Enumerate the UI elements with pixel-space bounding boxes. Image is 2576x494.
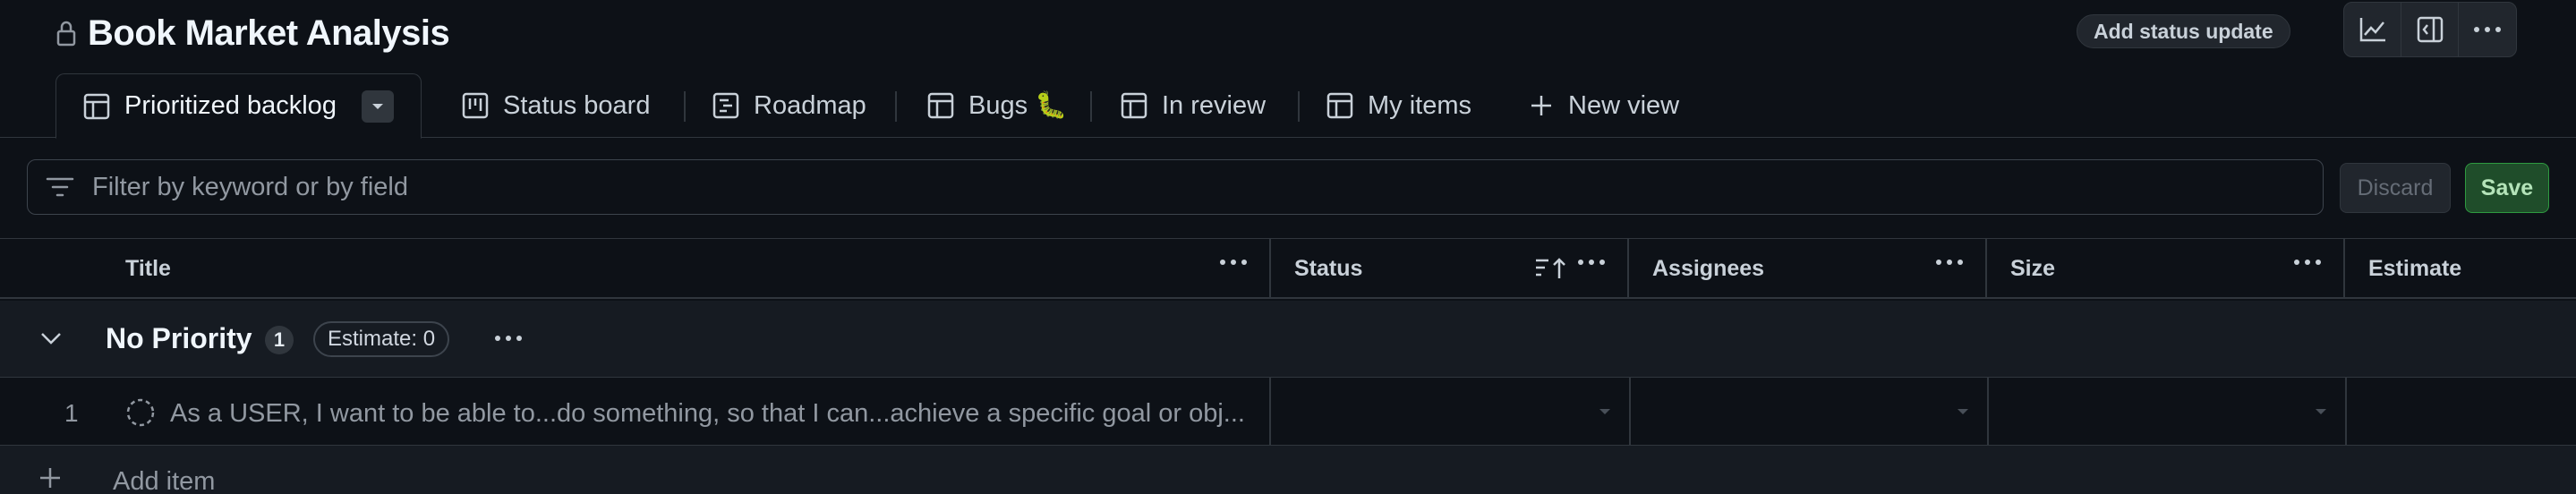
tab-label: Roadmap [754,90,866,120]
draft-issue-icon [125,397,156,428]
table-icon [83,93,110,120]
group-menu-button[interactable] [494,335,523,342]
add-item-row[interactable]: Add item [0,446,2576,494]
group-estimate-badge: Estimate: 0 [313,321,450,357]
tab-label: Status board [503,90,651,120]
table-icon [1121,92,1147,119]
group-title: No Priority [106,322,252,354]
column-menu-icon[interactable] [2293,259,2322,266]
status-cell[interactable] [1269,378,1629,446]
tab-separator [895,91,897,122]
insights-button[interactable] [2344,3,2401,56]
group-header-row: No Priority 1 Estimate: 0 [0,301,2576,378]
assignees-cell[interactable] [1629,378,1987,446]
item-title[interactable]: As a USER, I want to be able to...do som… [170,399,1245,429]
column-header-status[interactable]: Status [1269,239,1629,298]
column-menu-icon[interactable] [1577,259,1606,266]
add-item-label: Add item [113,467,216,494]
tab-status-board[interactable]: Status board [462,73,650,138]
lock-icon [55,20,77,47]
tab-in-review[interactable]: In review [1121,73,1266,138]
column-header-assignees[interactable]: Assignees [1629,239,1987,298]
tab-options-button[interactable] [361,89,394,123]
table-icon [927,92,954,119]
collapse-group-button[interactable] [39,329,63,347]
column-menu-icon[interactable] [1219,259,1248,266]
save-button[interactable]: Save [2465,163,2549,213]
triangle-down-icon [1599,408,1611,415]
new-view-button[interactable]: New view [1529,73,1679,138]
tab-prioritized-backlog[interactable]: Prioritized backlog [55,73,422,139]
sidebar-icon [2417,16,2444,43]
side-panel-button[interactable] [2401,3,2459,56]
tab-label: My items [1368,90,1471,120]
tab-bugs[interactable]: Bugs 🐛 [927,73,1067,138]
table-row[interactable]: 1 As a USER, I want to be able to...do s… [0,378,2576,446]
tab-label: Bugs 🐛 [968,91,1068,120]
tab-separator [1090,91,1092,122]
triangle-down-icon [371,103,384,110]
add-status-update-button[interactable]: Add status update [2077,14,2290,48]
column-label: Status [1294,255,1363,281]
project-title: Book Market Analysis [88,13,450,53]
row-number: 1 [64,399,79,427]
title-wrap: Book Market Analysis [55,11,450,55]
plus-icon [1529,93,1554,118]
tab-separator [1298,91,1300,122]
estimate-cell[interactable] [2345,378,2576,446]
plus-icon [38,465,63,490]
size-cell[interactable] [1987,378,2345,446]
tab-label: In review [1162,90,1267,120]
new-view-label: New view [1568,90,1680,120]
view-actions-group [2343,2,2517,57]
chevron-down-icon [39,329,63,347]
column-header-estimate[interactable]: Estimate [2345,239,2576,298]
table-header: Title Status Assignees Size Estimate [0,238,2576,299]
column-label: Title [125,255,171,281]
table-icon [1326,92,1353,119]
tab-my-items[interactable]: My items [1326,73,1471,138]
view-tabs: Prioritized backlog Status board Roadmap… [0,73,2576,139]
sort-ascending-icon[interactable] [1534,257,1566,280]
roadmap-icon [712,92,739,119]
column-header-title[interactable]: Title [102,239,1269,298]
column-label: Estimate [2368,255,2462,281]
tab-label: Prioritized backlog [124,91,337,120]
triangle-down-icon [1957,408,1969,415]
kebab-horizontal-icon [494,335,523,342]
triangle-down-icon [2315,408,2327,415]
tab-roadmap[interactable]: Roadmap [712,73,866,138]
chart-icon [2358,16,2387,43]
more-options-button[interactable] [2459,3,2516,56]
column-label: Size [2010,255,2056,281]
project-header: Book Market Analysis Add status update [0,0,2576,73]
filter-bar [27,159,2324,215]
column-menu-icon[interactable] [1935,259,1964,266]
column-header-size[interactable]: Size [1987,239,2345,298]
column-label: Assignees [1652,255,1765,281]
kebab-horizontal-icon [2473,26,2502,33]
filter-input[interactable] [92,172,2240,202]
tab-separator [684,91,686,122]
filter-icon [46,176,74,198]
board-icon [462,92,489,119]
group-count-badge: 1 [265,326,294,354]
discard-button[interactable]: Discard [2340,163,2451,213]
